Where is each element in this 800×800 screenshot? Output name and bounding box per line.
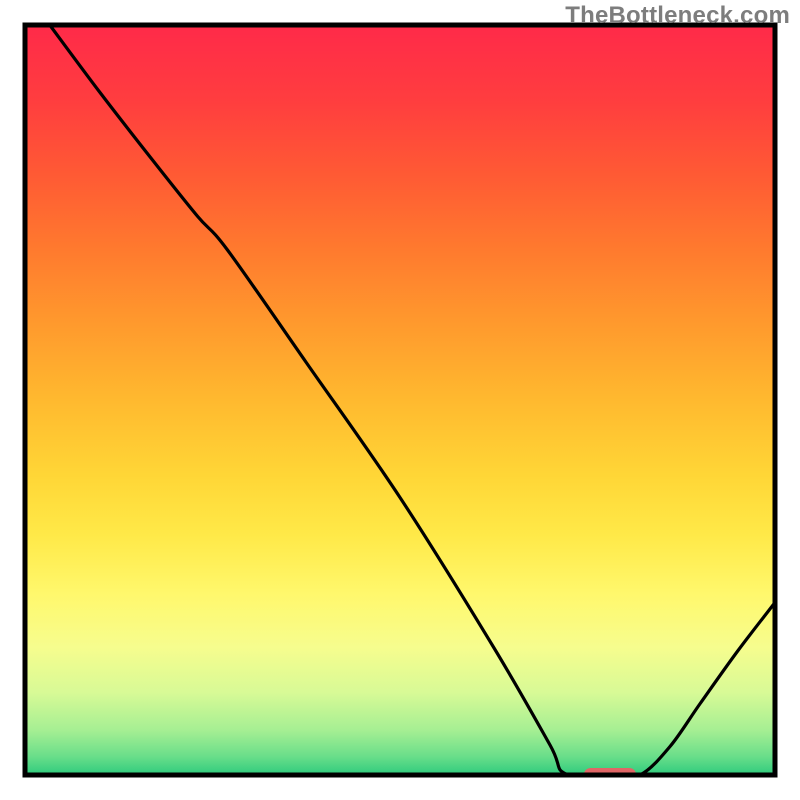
bottleneck-chart: TheBottleneck.com [0, 0, 800, 800]
gradient-background [25, 25, 775, 775]
plot-svg [0, 0, 800, 800]
watermark-label: TheBottleneck.com [565, 2, 790, 30]
